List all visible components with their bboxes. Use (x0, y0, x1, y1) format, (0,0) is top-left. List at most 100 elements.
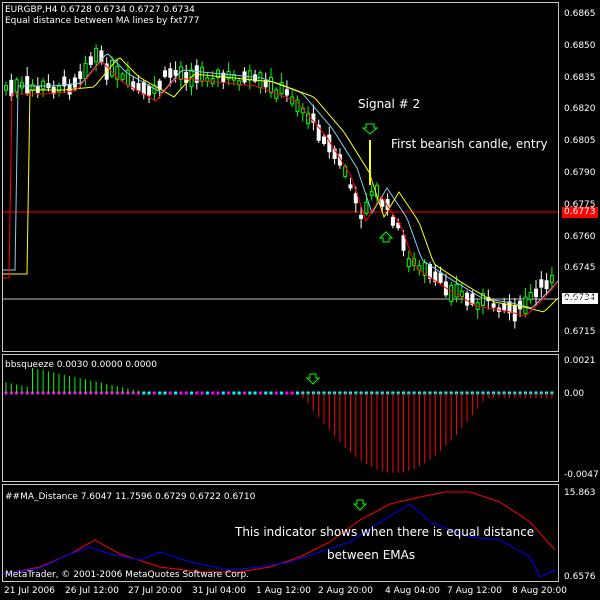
candle-body (30, 84, 35, 91)
squeeze-dot (168, 391, 172, 395)
candle-body (459, 290, 464, 298)
squeeze-dot (152, 391, 156, 395)
ma-distance-title: ##MA_Distance 7.6047 11.7596 0.6729 0.67… (5, 492, 256, 502)
squeeze-dot (163, 391, 167, 395)
bbsqueeze-tick-bottom: -0.0047 (564, 470, 599, 480)
candle-body (141, 81, 146, 95)
candle-body (544, 280, 549, 290)
time-tick-label: 27 Jul 20:00 (128, 586, 182, 596)
candle-body (539, 279, 544, 288)
price-tick-label: 0.6865 (564, 9, 596, 19)
price-tick-label: 0.6820 (564, 104, 596, 115)
squeeze-dot (269, 391, 273, 395)
candle-body (406, 258, 411, 268)
squeeze-dot (285, 391, 289, 395)
squeeze-dot (296, 391, 299, 395)
squeeze-dot (184, 391, 188, 395)
buy-up-arrow-icon (378, 231, 394, 243)
candle-body (449, 284, 454, 302)
entry-annotation: First bearish candle, entry (391, 137, 548, 151)
copyright-text: MetaTrader, © 2001-2006 MetaQuotes Softw… (5, 570, 250, 580)
candle-body (549, 274, 554, 283)
time-axis: 21 Jul 2006 26 Jul 12:00 27 Jul 20:00 31 Ju… (0, 582, 600, 600)
candle-body (523, 296, 528, 315)
candle-body (136, 82, 141, 92)
main-chart-pane[interactable]: EURGBP,H4 0.6728 0.6734 0.6727 0.6734 Eq… (0, 0, 600, 352)
indicator-title: Equal distance between MA lines by fxt77… (5, 16, 200, 26)
candle-body (390, 216, 395, 226)
candle-body (88, 56, 93, 65)
bbsqueeze-tick-zero: 0.00 (564, 389, 585, 399)
candle-body (72, 77, 77, 88)
candle-body (269, 76, 273, 94)
squeeze-dot (211, 391, 215, 395)
time-tick-label: 8 Aug 20:00 (512, 586, 567, 596)
bbsqueeze-tick-top: 0.0021 (564, 356, 596, 366)
bbsqueeze-down-arrow-icon (305, 373, 321, 385)
squeeze-dot (147, 391, 151, 395)
candle-body (380, 199, 385, 207)
squeeze-dot (243, 391, 246, 395)
price-tick-label: 0.6805 (564, 136, 596, 147)
candle-body (120, 73, 125, 80)
bbsqueeze-pane[interactable]: bbsqueeze 0.0030 0.0000 0.0000 0.0021 0.… (0, 352, 600, 482)
time-tick-label: 1 Aug 12:00 (256, 586, 311, 596)
squeeze-dot (258, 391, 262, 395)
candle-body (491, 303, 496, 308)
squeeze-dot (280, 391, 284, 395)
squeeze-dot (264, 391, 268, 395)
squeeze-dot (179, 391, 183, 395)
squeeze-dot (221, 391, 225, 395)
ma-distance-annotation-line1: This indicator shows when there is equal… (235, 525, 535, 539)
candle-body (359, 214, 364, 219)
time-tick-label: 21 Jul 2006 (4, 586, 55, 596)
candle-body (4, 85, 8, 91)
squeeze-dot (142, 391, 146, 395)
candle-body (401, 235, 406, 251)
candle-body (322, 136, 326, 145)
price-tick-label: 0.6850 (564, 40, 596, 51)
squeeze-dot (253, 391, 257, 395)
squeeze-dot (237, 391, 241, 395)
candle-body (41, 80, 46, 90)
candle-body (78, 71, 83, 80)
price-tick-label: 0.6790 (564, 168, 596, 178)
price-tick-label: 0.6760 (564, 231, 596, 242)
squeeze-dot (190, 391, 193, 395)
price-tick-label: 0.6715 (564, 327, 596, 337)
time-tick-label: 7 Aug 12:00 (447, 586, 502, 596)
ma-distance-tick-top: 15.863 (564, 488, 596, 498)
ema-fast-line (3, 61, 559, 317)
candle-body (284, 89, 289, 96)
candle-body (147, 85, 152, 96)
price-tick-label: 0.6745 (564, 263, 596, 274)
candle-body (83, 63, 88, 80)
candle-body (242, 71, 247, 83)
squeeze-dot (195, 391, 199, 395)
ma-distance-blue-line (2, 503, 556, 578)
candle-body (200, 66, 205, 82)
squeeze-dot (274, 391, 278, 395)
squeeze-dot (232, 391, 236, 395)
time-tick-label: 2 Aug 20:00 (318, 586, 373, 596)
candle-body (184, 71, 189, 83)
candle-body (502, 303, 507, 311)
squeeze-dot (158, 391, 162, 395)
signal-annotation: Signal # 2 (358, 97, 421, 111)
ma-distance-pane[interactable]: ##MA_Distance 7.6047 11.7596 0.6729 0.67… (0, 482, 600, 582)
squeeze-dot (216, 391, 220, 395)
candle-body (465, 292, 470, 306)
candle-body (534, 288, 538, 298)
squeeze-dot (227, 391, 231, 395)
candle-body (438, 272, 443, 283)
candle-body (163, 70, 167, 77)
bbsqueeze-svg (4, 367, 554, 473)
price-tick-label: 0.6835 (564, 72, 596, 83)
chart-title: EURGBP,H4 0.6728 0.6734 0.6727 0.6734 (5, 5, 195, 15)
time-tick-label: 31 Jul 04:00 (192, 586, 246, 596)
time-tick-label: 4 Aug 04:00 (385, 586, 440, 596)
bbsqueeze-title: bbsqueeze 0.0030 0.0000 0.0000 (5, 360, 157, 370)
ema-mid-line (3, 57, 559, 313)
candle-body (19, 82, 24, 89)
squeeze-dot (248, 391, 252, 395)
